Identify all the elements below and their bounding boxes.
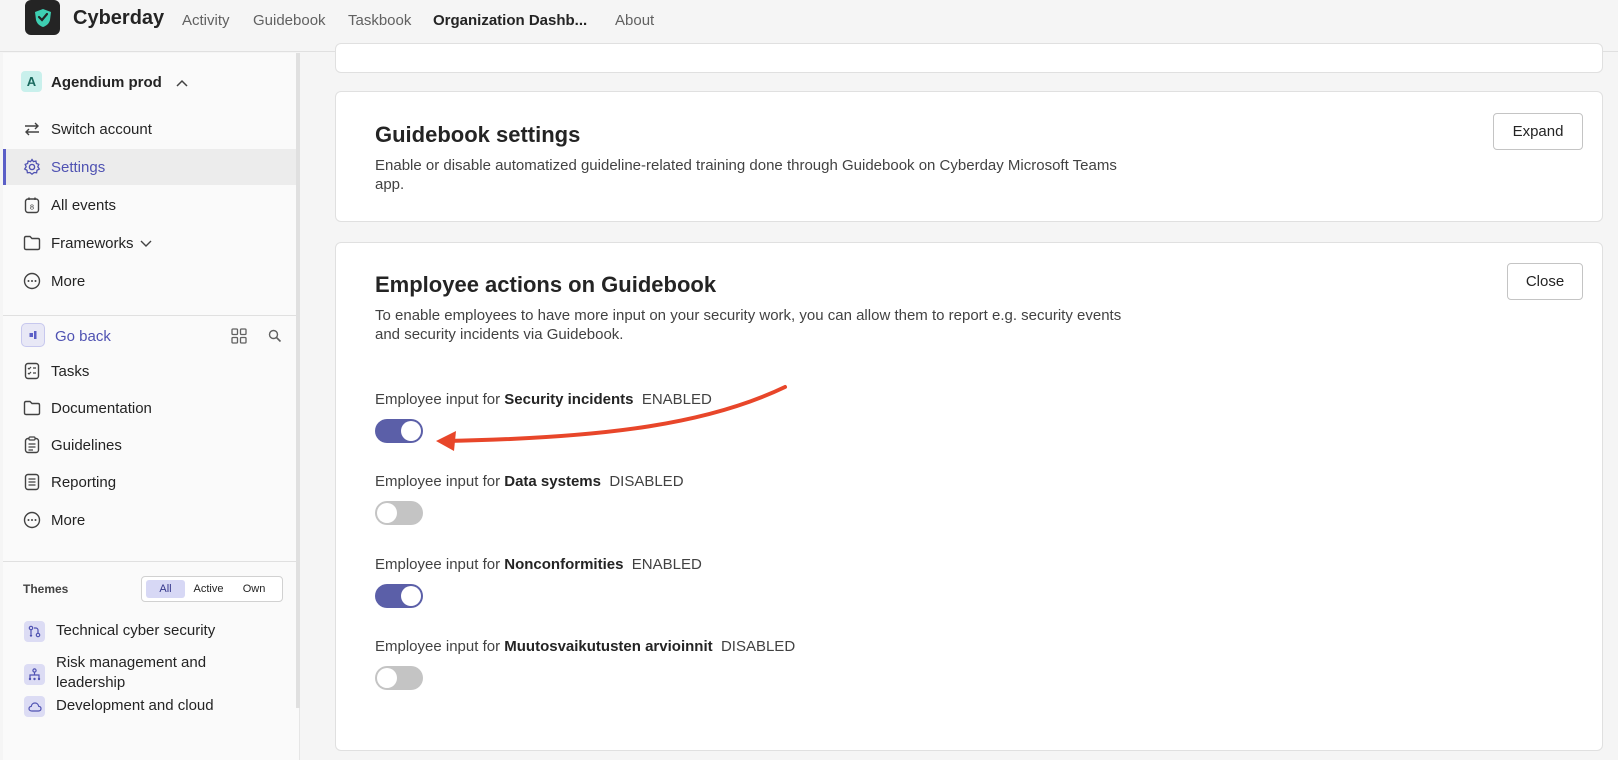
toggle-knob	[401, 586, 421, 606]
toggle-knob	[377, 503, 397, 523]
card-title: Employee actions on Guidebook	[375, 272, 717, 297]
tab-activity[interactable]: Activity	[182, 12, 230, 29]
sidebar-item-all-events[interactable]: 8 All events	[3, 187, 300, 223]
grid-icon[interactable]	[231, 328, 247, 344]
branch-icon	[24, 621, 45, 642]
sidebar-item-frameworks[interactable]: Frameworks	[3, 225, 300, 261]
option-label-security-incidents: Employee input for Security incidents EN…	[375, 391, 712, 408]
chevron-down-icon	[140, 240, 152, 247]
sidebar-item-label: Reporting	[51, 473, 117, 491]
sidebar-item-label: Guidelines	[51, 436, 122, 454]
app-icon[interactable]	[21, 323, 45, 347]
sidebar-item-reporting[interactable]: Reporting	[3, 464, 300, 500]
divider	[3, 561, 300, 562]
filter-active-button[interactable]: Active	[187, 580, 230, 598]
card-description: To enable employees to have more input o…	[375, 307, 1122, 343]
sidebar-item-tasks[interactable]: Tasks	[3, 353, 300, 389]
option-status: ENABLED	[631, 556, 702, 573]
toggle-knob	[377, 668, 397, 688]
muutosvaikutusten-arvioinnit-toggle[interactable]	[375, 666, 423, 690]
hierarchy-icon	[24, 664, 45, 685]
filter-own-button[interactable]: Own	[234, 580, 274, 598]
cloud-icon	[24, 696, 45, 717]
go-back-link[interactable]: Go back	[55, 328, 111, 345]
employee-actions-card: Employee actions on Guidebook To enable …	[335, 242, 1603, 751]
theme-item-label: Risk management and leadership	[56, 654, 207, 691]
option-name: Muutosvaikutusten arvioinnit	[504, 638, 713, 655]
clipboard-icon	[23, 436, 41, 454]
themes-filter: All Active Own	[141, 576, 283, 602]
theme-item-label: Technical cyber security	[56, 622, 216, 639]
themes-heading: Themes	[23, 582, 69, 596]
sidebar-item-label: More	[51, 272, 86, 290]
sidebar-item-more-section[interactable]: More	[3, 502, 300, 538]
sidebar-item-label: Switch account	[51, 120, 152, 138]
filter-all-button[interactable]: All	[146, 580, 185, 598]
option-status: ENABLED	[641, 391, 712, 408]
tab-taskbook[interactable]: Taskbook	[348, 12, 411, 29]
option-name: Data systems	[504, 473, 601, 490]
folder-icon	[23, 399, 41, 417]
gear-icon	[23, 158, 41, 176]
sidebar-item-label: More	[51, 511, 86, 529]
more-icon	[23, 511, 41, 529]
close-button[interactable]: Close	[1507, 263, 1583, 300]
expand-button[interactable]: Expand	[1493, 113, 1583, 150]
sidebar-item-more[interactable]: More	[3, 263, 300, 299]
chevron-up-icon[interactable]	[176, 79, 188, 87]
tab-organization-dashboard[interactable]: Organization Dashb...	[433, 12, 587, 29]
option-status: DISABLED	[720, 638, 796, 655]
sidebar-item-documentation[interactable]: Documentation	[3, 390, 300, 426]
folder-icon	[23, 234, 41, 252]
search-icon[interactable]	[268, 329, 282, 343]
option-label-data-systems: Employee input for Data systems DISABLED	[375, 473, 684, 490]
option-status: DISABLED	[609, 473, 684, 490]
account-avatar: A	[21, 71, 42, 92]
sidebar-item-label: Tasks	[51, 362, 90, 380]
report-icon	[23, 473, 41, 491]
svg-text:8: 8	[30, 204, 34, 212]
data-systems-toggle[interactable]	[375, 501, 423, 525]
more-icon	[23, 272, 41, 290]
app-name: Cyberday	[73, 7, 165, 29]
security-incidents-toggle[interactable]	[375, 419, 423, 443]
tab-guidebook[interactable]: Guidebook	[253, 12, 326, 29]
switch-icon	[23, 120, 41, 138]
theme-item-label: Development and cloud	[56, 697, 214, 714]
main-content: Guidebook settings Enable or disable aut…	[310, 43, 1618, 760]
card-title: Guidebook settings	[375, 122, 581, 147]
divider	[3, 315, 300, 316]
guidebook-settings-card: Guidebook settings Enable or disable aut…	[335, 91, 1603, 222]
app-logo[interactable]	[25, 0, 60, 35]
nonconformities-toggle[interactable]	[375, 584, 423, 608]
selection-indicator	[3, 149, 6, 185]
sidebar-item-label: Settings	[51, 158, 106, 176]
sidebar-item-label: Frameworks	[51, 234, 134, 252]
sidebar-item-guidelines[interactable]: Guidelines	[3, 427, 300, 463]
account-name[interactable]: Agendium prod	[51, 74, 162, 91]
sidebar-item-label: All events	[51, 196, 117, 214]
sidebar-item-label: Documentation	[51, 399, 152, 417]
card-description: Enable or disable automatized guideline-…	[375, 157, 1117, 193]
option-name: Security incidents	[504, 391, 634, 408]
toggle-knob	[401, 421, 421, 441]
sidebar: A Agendium prod Switch account Settings …	[3, 53, 300, 760]
theme-item-development-and-cloud[interactable]: Development and cloud	[3, 689, 300, 725]
sidebar-item-switch-account[interactable]: Switch account	[3, 111, 300, 147]
option-label-nonconformities: Employee input for Nonconformities ENABL…	[375, 556, 702, 573]
tab-about[interactable]: About	[615, 12, 654, 29]
calendar-icon: 8	[23, 196, 41, 214]
option-label-muutosvaikutusten-arvioinnit: Employee input for Muutosvaikutusten arv…	[375, 638, 796, 655]
option-name: Nonconformities	[504, 556, 624, 573]
shield-logo-icon	[34, 8, 51, 27]
theme-item-technical-cyber-security[interactable]: Technical cyber security	[3, 613, 300, 649]
sidebar-item-settings[interactable]: Settings	[3, 149, 300, 185]
tasks-icon	[23, 362, 41, 380]
sidebar-scrollbar[interactable]	[296, 53, 300, 708]
previous-card	[335, 43, 1603, 73]
